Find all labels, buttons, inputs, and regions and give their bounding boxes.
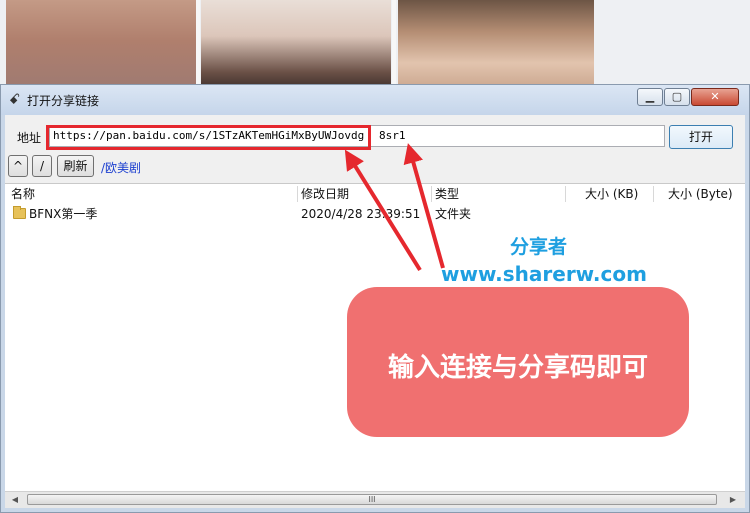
horizontal-scrollbar[interactable]: ◀ III ▶ <box>5 491 745 508</box>
column-divider[interactable] <box>297 186 298 202</box>
url-highlight-box <box>46 125 371 150</box>
brand-name: 分享者 <box>510 236 568 258</box>
column-header-modified[interactable]: 修改日期 <box>301 184 349 204</box>
window-title: 打开分享链接 <box>27 94 100 108</box>
extract-code-text[interactable]: 8sr1 <box>379 125 406 147</box>
title-bar[interactable]: ꗃ 打开分享链接 ▁ ▢ ✕ <box>1 85 749 115</box>
item-type: 文件夹 <box>435 207 472 221</box>
current-path-link[interactable]: /欧美剧 <box>101 159 141 176</box>
refresh-button[interactable]: 刷新 <box>57 155 94 177</box>
photo-divider <box>196 0 200 90</box>
open-button[interactable]: 打开 <box>669 125 733 149</box>
column-header-type[interactable]: 类型 <box>435 184 459 204</box>
brand-url: www.sharerw.com <box>441 262 647 286</box>
column-header-size-kb[interactable]: 大小 (KB) <box>585 184 638 204</box>
column-divider[interactable] <box>565 186 566 202</box>
photo-thumbnail-3 <box>398 0 594 90</box>
address-label: 地址 <box>17 131 42 145</box>
maximize-button[interactable]: ▢ <box>664 88 690 106</box>
app-icon: ꗃ <box>9 92 21 108</box>
item-name: BFNX第一季 <box>29 207 98 221</box>
folder-icon <box>13 206 26 219</box>
column-header-size-byte[interactable]: 大小 (Byte) <box>668 184 733 204</box>
column-divider[interactable] <box>431 186 432 202</box>
photo-thumbnail-1 <box>6 0 196 90</box>
root-button[interactable]: / <box>32 155 52 177</box>
instruction-callout: 输入连接与分享码即可 <box>347 287 689 437</box>
item-modified: 2020/4/28 23:39:51 <box>301 207 421 221</box>
scroll-left-icon[interactable]: ◀ <box>8 494 22 506</box>
callout-text: 输入连接与分享码即可 <box>387 353 648 383</box>
close-button[interactable]: ✕ <box>691 88 739 106</box>
up-button[interactable]: ^ <box>8 155 28 177</box>
photo-divider <box>392 0 396 90</box>
column-divider[interactable] <box>653 186 654 202</box>
background-photo-strip <box>0 0 750 90</box>
scrollbar-thumb[interactable]: III <box>27 494 717 505</box>
column-header-name[interactable]: 名称 <box>11 184 35 204</box>
minimize-button[interactable]: ▁ <box>637 88 663 106</box>
grip-icon: III <box>368 495 376 504</box>
scroll-right-icon[interactable]: ▶ <box>726 494 740 506</box>
photo-thumbnail-2 <box>201 0 391 90</box>
